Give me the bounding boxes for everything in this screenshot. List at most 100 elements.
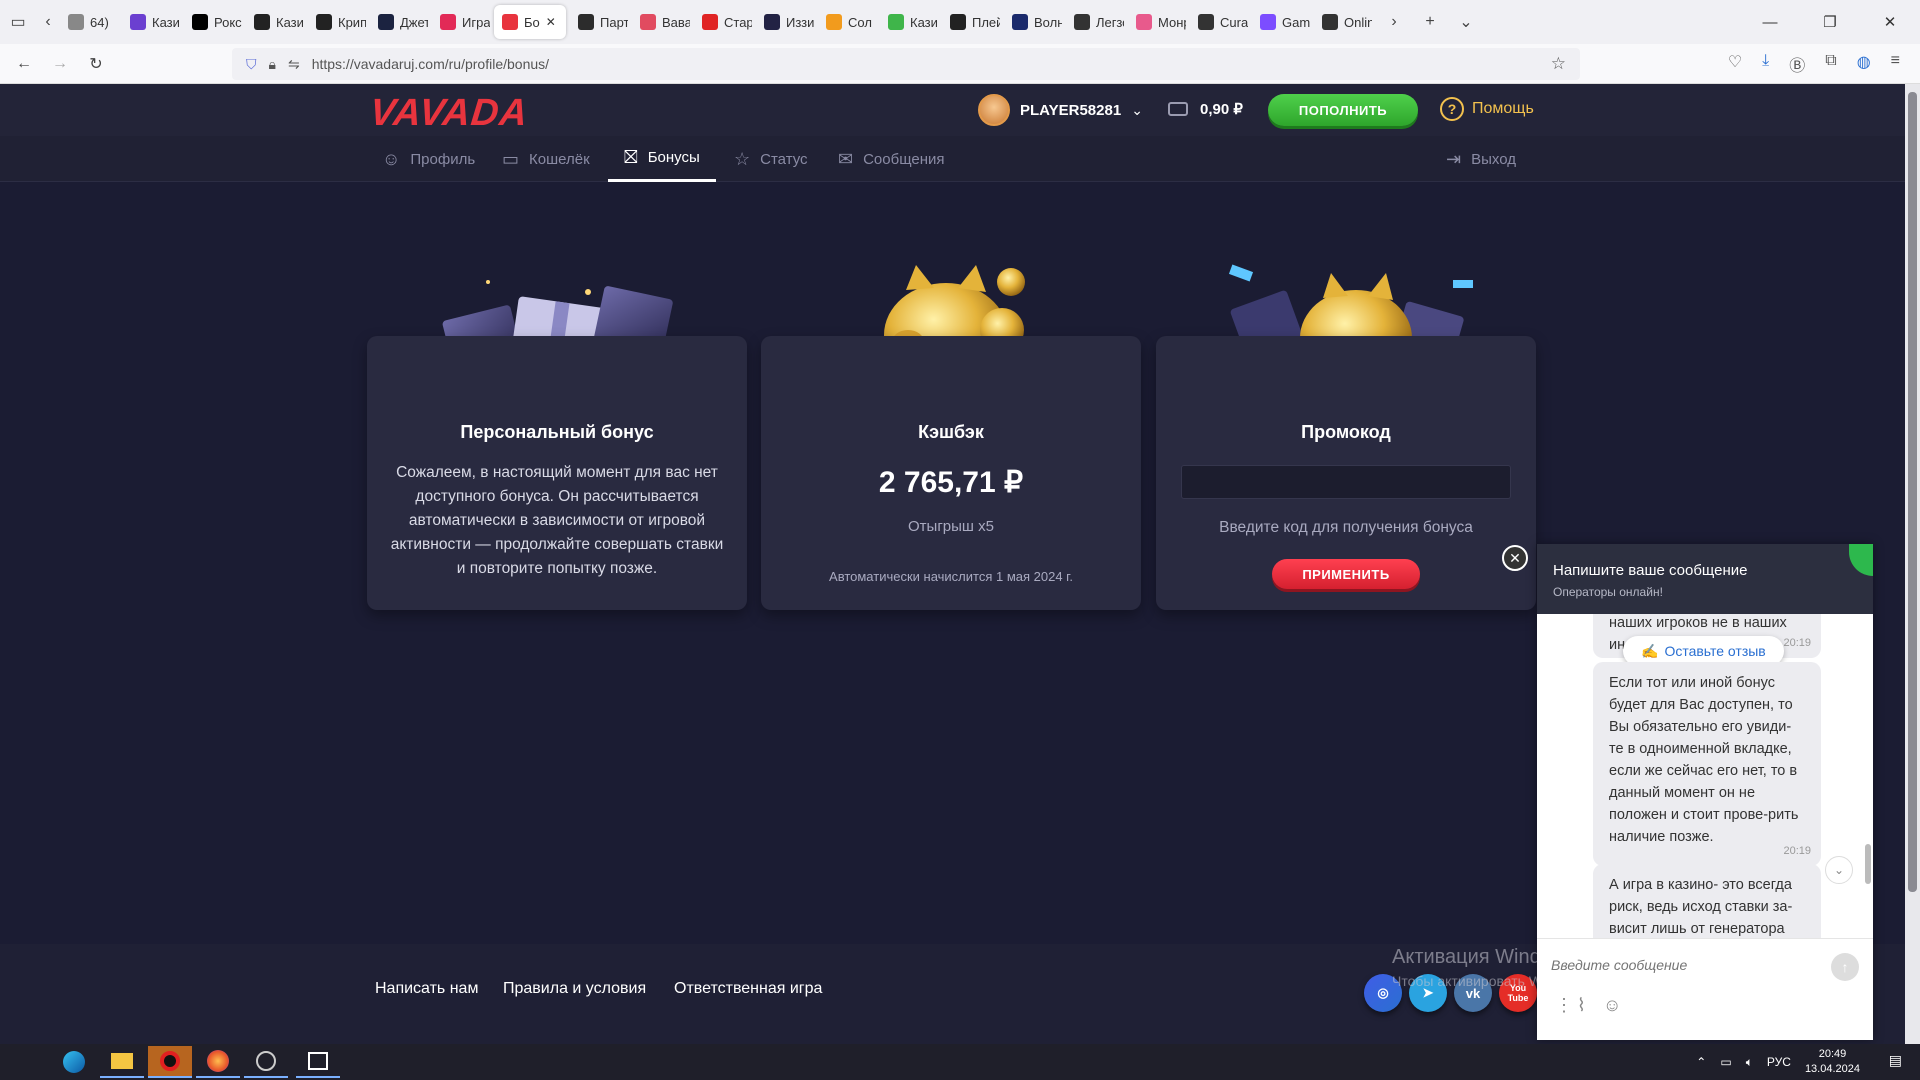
menu-icon[interactable]: ≡ (1891, 52, 1900, 76)
browser-tab[interactable]: Играй (432, 5, 490, 39)
tab-favicon-icon (826, 14, 842, 30)
bookmark-star-icon[interactable]: ☆ (1551, 54, 1566, 74)
balance: 0,90 ₽ (1168, 100, 1243, 118)
reload-icon[interactable]: ↻ (78, 47, 114, 81)
browser-tab[interactable]: Казин (122, 5, 180, 39)
speedtest-icon[interactable] (244, 1046, 288, 1078)
browser-tab-label: Играй (462, 14, 490, 30)
browser-tab-label: Curaç (1220, 14, 1248, 30)
tab-scroll-left-icon[interactable]: ‹ (36, 5, 60, 39)
pocket-icon[interactable]: ♡ (1728, 52, 1742, 76)
browser-tab[interactable]: Плей (942, 5, 1000, 39)
photos-icon[interactable] (296, 1046, 340, 1078)
new-tab-icon[interactable]: + (1412, 5, 1448, 39)
network-icon[interactable]: ▭ (1720, 1055, 1731, 1069)
extensions-icon[interactable]: ⧉ (1825, 52, 1836, 76)
browser-tab[interactable]: 64) (60, 5, 118, 39)
leave-review-label: Оставьте отзыв (1664, 643, 1766, 659)
tabs-container: 64) Казин Рокс Казин Крипт Джет Играй Бо ✕ Партн В… (60, 5, 1372, 39)
promo-hint: Введите код для получения бонуса (1219, 519, 1473, 536)
tab-bonuses[interactable]: ⛝ Бонусы (608, 136, 716, 182)
browser-tab[interactable]: Волна (1004, 5, 1062, 39)
tab-wallet[interactable]: ▭ Кошелёк (502, 136, 590, 182)
browser-tab[interactable]: Иззи (756, 5, 814, 39)
close-tab-icon[interactable]: ✕ (546, 15, 556, 29)
browser-tab[interactable]: Gama (1252, 5, 1310, 39)
vavada-logo[interactable]: VAVADA (368, 92, 530, 135)
logout-link[interactable]: ⇥ Выход (1446, 136, 1516, 182)
help-label: Помощь (1472, 100, 1534, 117)
browser-tab[interactable]: Казин (880, 5, 938, 39)
forward-icon[interactable]: → (42, 47, 78, 81)
help-link[interactable]: ? Помощь (1440, 97, 1534, 121)
chat-message-input[interactable] (1551, 957, 1821, 973)
close-window-icon[interactable]: ✕ (1860, 0, 1920, 44)
chat-scrollbar[interactable] (1865, 844, 1871, 884)
browser-tab[interactable]: Бо ✕ (494, 5, 566, 39)
tab-messages-label: Сообщения (863, 150, 945, 168)
browser-tab[interactable]: Партн (570, 5, 628, 39)
url-bar[interactable]: ⛉ 🔒︎ ⇋ https://vavadaruj.com/ru/profile/… (232, 48, 1580, 80)
page-scrollbar[interactable] (1905, 84, 1920, 1044)
scroll-down-icon[interactable]: ⌄ (1825, 856, 1853, 884)
send-icon[interactable]: ↑ (1831, 953, 1859, 981)
apply-promo-button[interactable]: ПРИМЕНИТЬ (1272, 559, 1420, 589)
system-tray: ⌃ ▭ 🔈︎ РУС 20:49 13.04.2024 (1696, 1044, 1860, 1080)
restore-icon[interactable]: ❐ (1800, 0, 1860, 44)
extension-b-icon[interactable]: Ⓑ (1789, 52, 1805, 76)
language-indicator[interactable]: РУС (1767, 1055, 1791, 1069)
tab-overflow-icon[interactable]: ⌄ (1448, 5, 1484, 39)
tab-scroll-right-icon[interactable]: › (1376, 5, 1412, 39)
attach-icon[interactable]: ⌇ (1577, 995, 1586, 1016)
responsible-gaming-link[interactable]: Ответственная игра (674, 980, 822, 998)
clock[interactable]: 20:49 13.04.2024 (1805, 1047, 1860, 1077)
browser-tab-label: Крипт (338, 14, 366, 30)
star-icon: ☆ (734, 148, 751, 169)
more-options-icon[interactable]: ⋮ (1555, 995, 1573, 1016)
download-icon[interactable]: ⤓ (1762, 52, 1769, 76)
vpn-icon[interactable]: ◍ (1857, 52, 1871, 76)
firefox-icon[interactable] (196, 1046, 240, 1078)
browser-tab[interactable]: Стард (694, 5, 752, 39)
scrollbar-thumb[interactable] (1908, 92, 1917, 892)
browser-tab[interactable]: Джет (370, 5, 428, 39)
browser-tab[interactable]: Казин (246, 5, 304, 39)
emoji-icon[interactable]: ☺ (1603, 995, 1621, 1016)
user-menu[interactable]: PLAYER58281 ⌄ (978, 94, 1143, 126)
volume-icon[interactable]: 🔈︎ (1746, 1055, 1753, 1070)
tray-chevron-icon[interactable]: ⌃ (1696, 1055, 1706, 1069)
deposit-button[interactable]: ПОПОЛНИТЬ (1268, 94, 1418, 126)
terms-link[interactable]: Правила и условия (503, 980, 646, 998)
browser-tab[interactable]: Монр (1128, 5, 1186, 39)
browser-tab[interactable]: Рокс (184, 5, 242, 39)
tab-messages[interactable]: ✉ Сообщения (838, 136, 945, 182)
promo-card: Промокод Введите код для получения бонус… (1156, 336, 1536, 610)
tab-list-icon[interactable]: ▭ (0, 5, 36, 39)
browser-tab-label: Монр (1158, 14, 1186, 30)
write-us-link[interactable]: Написать нам (375, 980, 478, 998)
window-controls: — ❐ ✕ (1740, 0, 1920, 44)
browser-tab-label: 64) (90, 14, 109, 30)
edge-icon[interactable] (52, 1046, 96, 1078)
browser-tab[interactable]: Сол К (818, 5, 876, 39)
tab-profile[interactable]: ☺ Профиль (382, 136, 475, 182)
notifications-icon[interactable]: ▤ (1889, 1052, 1902, 1069)
browser-tab[interactable]: Крипт (308, 5, 366, 39)
tab-status[interactable]: ☆ Статус (734, 136, 808, 182)
lock-icon: 🔒︎ (268, 55, 276, 72)
browser-tab[interactable]: Curaç (1190, 5, 1248, 39)
tab-profile-label: Профиль (410, 150, 476, 168)
chat-close-icon[interactable]: ✕ (1502, 545, 1528, 571)
file-explorer-icon[interactable] (100, 1046, 144, 1078)
browser-tab[interactable]: Легзо (1066, 5, 1124, 39)
browser-tab-label: Плей (972, 14, 1000, 30)
cashback-amount: 2 765,71 ₽ (878, 466, 1024, 499)
back-icon[interactable]: ← (6, 47, 42, 81)
promo-code-input[interactable] (1181, 465, 1511, 499)
recorder-icon[interactable] (148, 1046, 192, 1078)
minimize-icon[interactable]: — (1740, 0, 1800, 44)
shield-icon: ⛉ (246, 55, 257, 72)
browser-tab[interactable]: Online (1314, 5, 1372, 39)
chat-header[interactable]: Напишите ваше сообщение Операторы онлайн… (1537, 544, 1873, 614)
browser-tab[interactable]: Вавад (632, 5, 690, 39)
